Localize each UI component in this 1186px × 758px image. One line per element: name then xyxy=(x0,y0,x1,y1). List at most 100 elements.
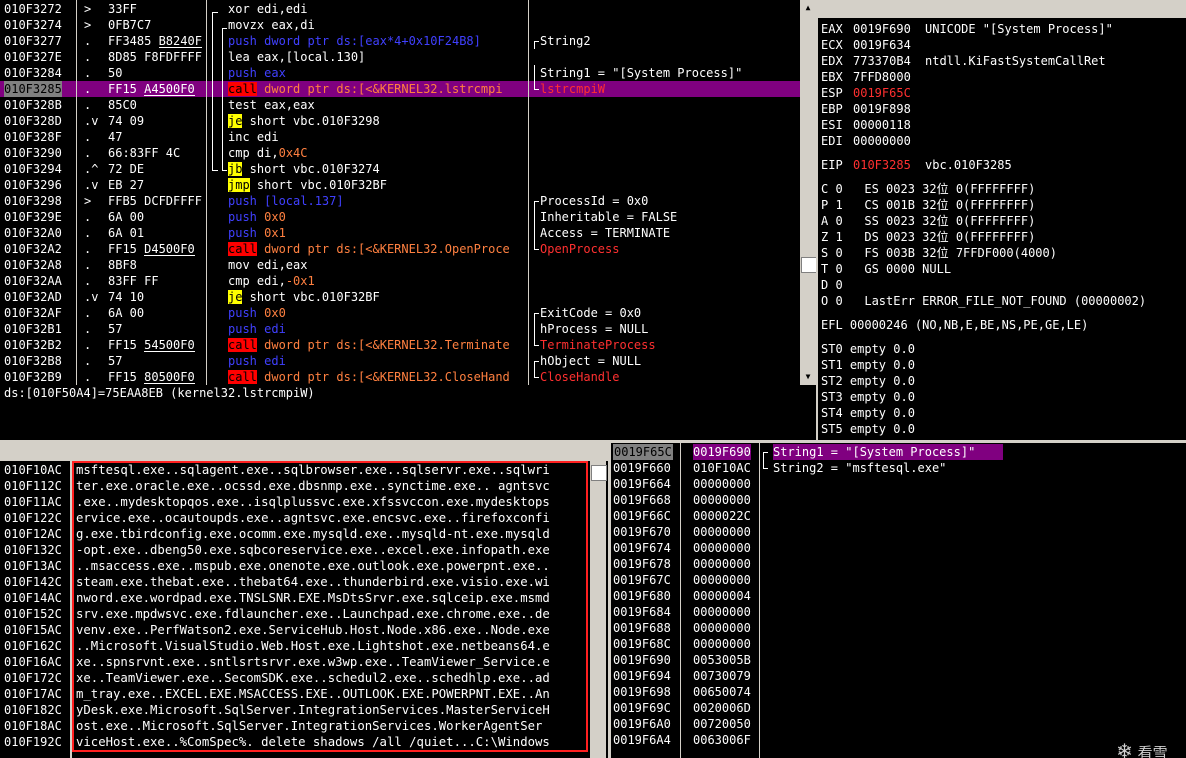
disasm-row[interactable]: 010F3285. FF15 A4500F0 call dword ptr ds:[… xyxy=(0,81,800,97)
dump-row[interactable]: 010F122C ervice.exe..ocautoupds.exe..agnt… xyxy=(0,510,608,526)
dump-row[interactable]: 010F112C ter.exe.oracle.exe..ocssd.exe.db… xyxy=(0,478,608,494)
disasm-row[interactable]: 010F328F. 47 inc edi xyxy=(0,129,800,145)
stack-value[interactable]: 00000000 xyxy=(693,636,751,652)
flag-row[interactable]: P 1 CS 001B 32位 0(FFFFFFFF) xyxy=(821,197,1186,213)
fpu-row[interactable]: ST5 empty 0.0 xyxy=(821,421,1186,437)
flag-row[interactable]: Z 1 DS 0023 32位 0(FFFFFFFF) xyxy=(821,229,1186,245)
stack-row[interactable]: 0019F660 010F10AC String2 = "msftesql.exe" xyxy=(611,460,1186,476)
disasm-row[interactable]: 010F328B. 85C0 test eax,eax xyxy=(0,97,800,113)
stack-value[interactable]: 0053005B xyxy=(693,652,751,668)
stack-value[interactable]: 0019F690 xyxy=(693,444,751,460)
stack-row[interactable]: 0019F69C 0020006D xyxy=(611,700,1186,716)
register-value[interactable]: 010F3285 xyxy=(853,157,911,173)
flag-row[interactable]: C 0 ES 0023 32位 0(FFFFFFFF) xyxy=(821,181,1186,197)
stack-row[interactable]: 0019F678 00000000 xyxy=(611,556,1186,572)
register-value[interactable]: 0019F634 xyxy=(853,37,911,53)
disasm-row[interactable]: 010F32AA. 83FF FF cmp edi,-0x1 xyxy=(0,273,800,289)
fpu-row[interactable]: ST0 empty 0.0 xyxy=(821,341,1186,357)
register-value[interactable]: 00000000 xyxy=(853,133,911,149)
stack-row[interactable]: 0019F670 00000000 xyxy=(611,524,1186,540)
disasm-row[interactable]: 010F32A0. 6A 01 push 0x1 xyxy=(0,225,800,241)
disasm-row[interactable]: 010F327E. 8D85 F8FDFFFF lea eax,[local.130… xyxy=(0,49,800,65)
dump-row[interactable]: 010F192C viceHost.exe..%ComSpec%. delete … xyxy=(0,734,608,750)
scroll-down-icon[interactable]: ▼ xyxy=(800,369,816,385)
dump-pane[interactable]: 地址 UNICODE 数据 010F10AC msftesql.exe..sqla… xyxy=(0,443,608,758)
stack-row[interactable]: 0019F694 00730079 xyxy=(611,668,1186,684)
disasm-scrollbar[interactable]: ▲ ▼ xyxy=(800,0,817,385)
dump-row[interactable]: 010F11AC .exe..mydesktopqos.exe..isqlplus… xyxy=(0,494,608,510)
disasm-row[interactable]: 010F328D .v 74 09 je short vbc.010F3298 xyxy=(0,113,800,129)
register-row[interactable]: EBP 0019F898 xyxy=(818,101,1186,117)
stack-value[interactable]: 00000004 xyxy=(693,588,751,604)
register-value[interactable]: 0019F898 xyxy=(853,101,911,117)
dump-row[interactable]: 010F142C steam.exe.thebat.exe..thebat64.e… xyxy=(0,574,608,590)
flag-row[interactable]: S 0 FS 003B 32位 7FFDF000(4000) xyxy=(821,245,1186,261)
stack-pane[interactable]: 0019F65C 0019F690 String1 = "[System Proce… xyxy=(611,443,1186,758)
dump-row[interactable]: 010F172C xe..TeamViewer.exe..SecomSDK.exe… xyxy=(0,670,608,686)
scroll-thumb[interactable] xyxy=(801,257,817,273)
stack-value[interactable]: 00720050 xyxy=(693,716,751,732)
disasm-row[interactable]: 010F32B2. FF15 54500F0 call dword ptr ds:[… xyxy=(0,337,800,353)
register-row[interactable]: EBX 7FFD8000 xyxy=(818,69,1186,85)
stack-row[interactable]: 0019F664 00000000 xyxy=(611,476,1186,492)
dump-row[interactable]: 010F162C ..Microsoft.VisualStudio.Web.Hos… xyxy=(0,638,608,654)
stack-value[interactable]: 0020006D xyxy=(693,700,751,716)
disasm-row[interactable]: 010F3294 .^ 72 DE jb short vbc.010F3274 xyxy=(0,161,800,177)
register-row-eip[interactable]: EIP 010F3285 vbc.010F3285 xyxy=(818,157,1186,173)
fpu-row[interactable]: ST1 empty 0.0 xyxy=(821,357,1186,373)
stack-value[interactable]: 00000000 xyxy=(693,492,751,508)
stack-row[interactable]: 0019F674 00000000 xyxy=(611,540,1186,556)
disasm-row[interactable]: 010F32AD .v 74 10 je short vbc.010F32BF xyxy=(0,289,800,305)
dump-row[interactable]: 010F13AC ..msaccess.exe..mspub.exe.onenot… xyxy=(0,558,608,574)
scroll-thumb[interactable] xyxy=(591,465,607,481)
disassembly-pane[interactable]: 010F3272 >33FF xor edi,edi 010F3274 >0FB7C7 m… xyxy=(0,0,800,385)
register-row[interactable]: EDX 773370B4 ntdll.KiFastSystemCallRet xyxy=(818,53,1186,69)
scroll-up-icon[interactable]: ▲ xyxy=(800,0,816,16)
register-value[interactable]: 00000118 xyxy=(853,117,911,133)
stack-value[interactable]: 00730079 xyxy=(693,668,751,684)
disasm-row[interactable]: 010F32B1. 57 push edi xyxy=(0,321,800,337)
disasm-row[interactable]: 010F32AF. 6A 00 push 0x0 xyxy=(0,305,800,321)
disasm-row[interactable]: 010F32A8. 8BF8 mov edi,eax xyxy=(0,257,800,273)
stack-row[interactable]: 0019F684 00000000 xyxy=(611,604,1186,620)
dump-row[interactable]: 010F14AC nword.exe.wordpad.exe.TNSLSNR.EX… xyxy=(0,590,608,606)
stack-value[interactable]: 010F10AC xyxy=(693,460,751,476)
dump-row[interactable]: 010F10AC msftesql.exe..sqlagent.exe..sqlb… xyxy=(0,462,608,478)
flag-row[interactable]: O 0 LastErr ERROR_FILE_NOT_FOUND (000000… xyxy=(821,293,1186,309)
disasm-row[interactable]: 010F3296 .v EB 27 jmp short vbc.010F32BF xyxy=(0,177,800,193)
disasm-row[interactable]: 010F3272 >33FF xor edi,edi xyxy=(0,1,800,17)
register-value[interactable]: 0019F65C xyxy=(853,85,911,101)
stack-row[interactable]: 0019F67C 00000000 xyxy=(611,572,1186,588)
fpu-row[interactable]: ST3 empty 0.0 xyxy=(821,389,1186,405)
stack-row[interactable]: 0019F65C 0019F690 String1 = "[System Proce… xyxy=(611,444,1186,460)
disasm-row[interactable]: 010F3274 >0FB7C7 movzx eax,di xyxy=(0,17,800,33)
fpu-row[interactable]: ST2 empty 0.0 xyxy=(821,373,1186,389)
stack-row[interactable]: 0019F68C 00000000 xyxy=(611,636,1186,652)
stack-value[interactable]: 00000000 xyxy=(693,572,751,588)
disasm-row[interactable]: 010F3290. 66:83FF 4C cmp di,0x4C xyxy=(0,145,800,161)
disasm-row[interactable]: 010F329E. 6A 00 push 0x0 xyxy=(0,209,800,225)
flag-row[interactable]: T 0 GS 0000 NULL xyxy=(821,261,1186,277)
disasm-row[interactable]: 010F32B8. 57 push edi xyxy=(0,353,800,369)
stack-row[interactable]: 0019F668 00000000 xyxy=(611,492,1186,508)
register-row[interactable]: EAX 0019F690 UNICODE "[System Process]" xyxy=(818,21,1186,37)
dump-row[interactable]: 010F152C srv.exe.mpdwsvc.exe.fdlauncher.e… xyxy=(0,606,608,622)
flag-row[interactable]: D 0 xyxy=(821,277,1186,293)
dump-row[interactable]: 010F18AC ost.exe..Microsoft.SqlServer.Int… xyxy=(0,718,608,734)
stack-row[interactable]: 0019F680 00000004 xyxy=(611,588,1186,604)
fpu-row[interactable]: ST4 empty 0.0 xyxy=(821,405,1186,421)
flag-row[interactable]: A 0 SS 0023 32位 0(FFFFFFFF) xyxy=(821,213,1186,229)
dump-row[interactable]: 010F12AC g.exe.tbirdconfig.exe.ocomm.exe.… xyxy=(0,526,608,542)
stack-value[interactable]: 00650074 xyxy=(693,684,751,700)
register-value[interactable]: 0019F690 xyxy=(853,21,911,37)
disasm-row[interactable]: 010F3298 > FFB5 DCFDFFFF push [local.137] xyxy=(0,193,800,209)
stack-value[interactable]: 0000022C xyxy=(693,508,751,524)
disasm-row[interactable]: 010F3277. FF3485 B8240F push dword ptr ds:… xyxy=(0,33,800,49)
disasm-row[interactable]: 010F32B9. FF15 80500F0 call dword ptr ds:[… xyxy=(0,369,800,385)
stack-value[interactable]: 00000000 xyxy=(693,604,751,620)
registers-pane[interactable]: 寄存器 (FPU) < < EAX 0019F690 UNICODE "[Syste… xyxy=(818,0,1186,440)
disasm-row[interactable]: 010F32A2. FF15 D4500F0 call dword ptr ds:[… xyxy=(0,241,800,257)
stack-row[interactable]: 0019F698 00650074 xyxy=(611,684,1186,700)
stack-value[interactable]: 0063006F xyxy=(693,732,751,748)
stack-row[interactable]: 0019F690 0053005B xyxy=(611,652,1186,668)
